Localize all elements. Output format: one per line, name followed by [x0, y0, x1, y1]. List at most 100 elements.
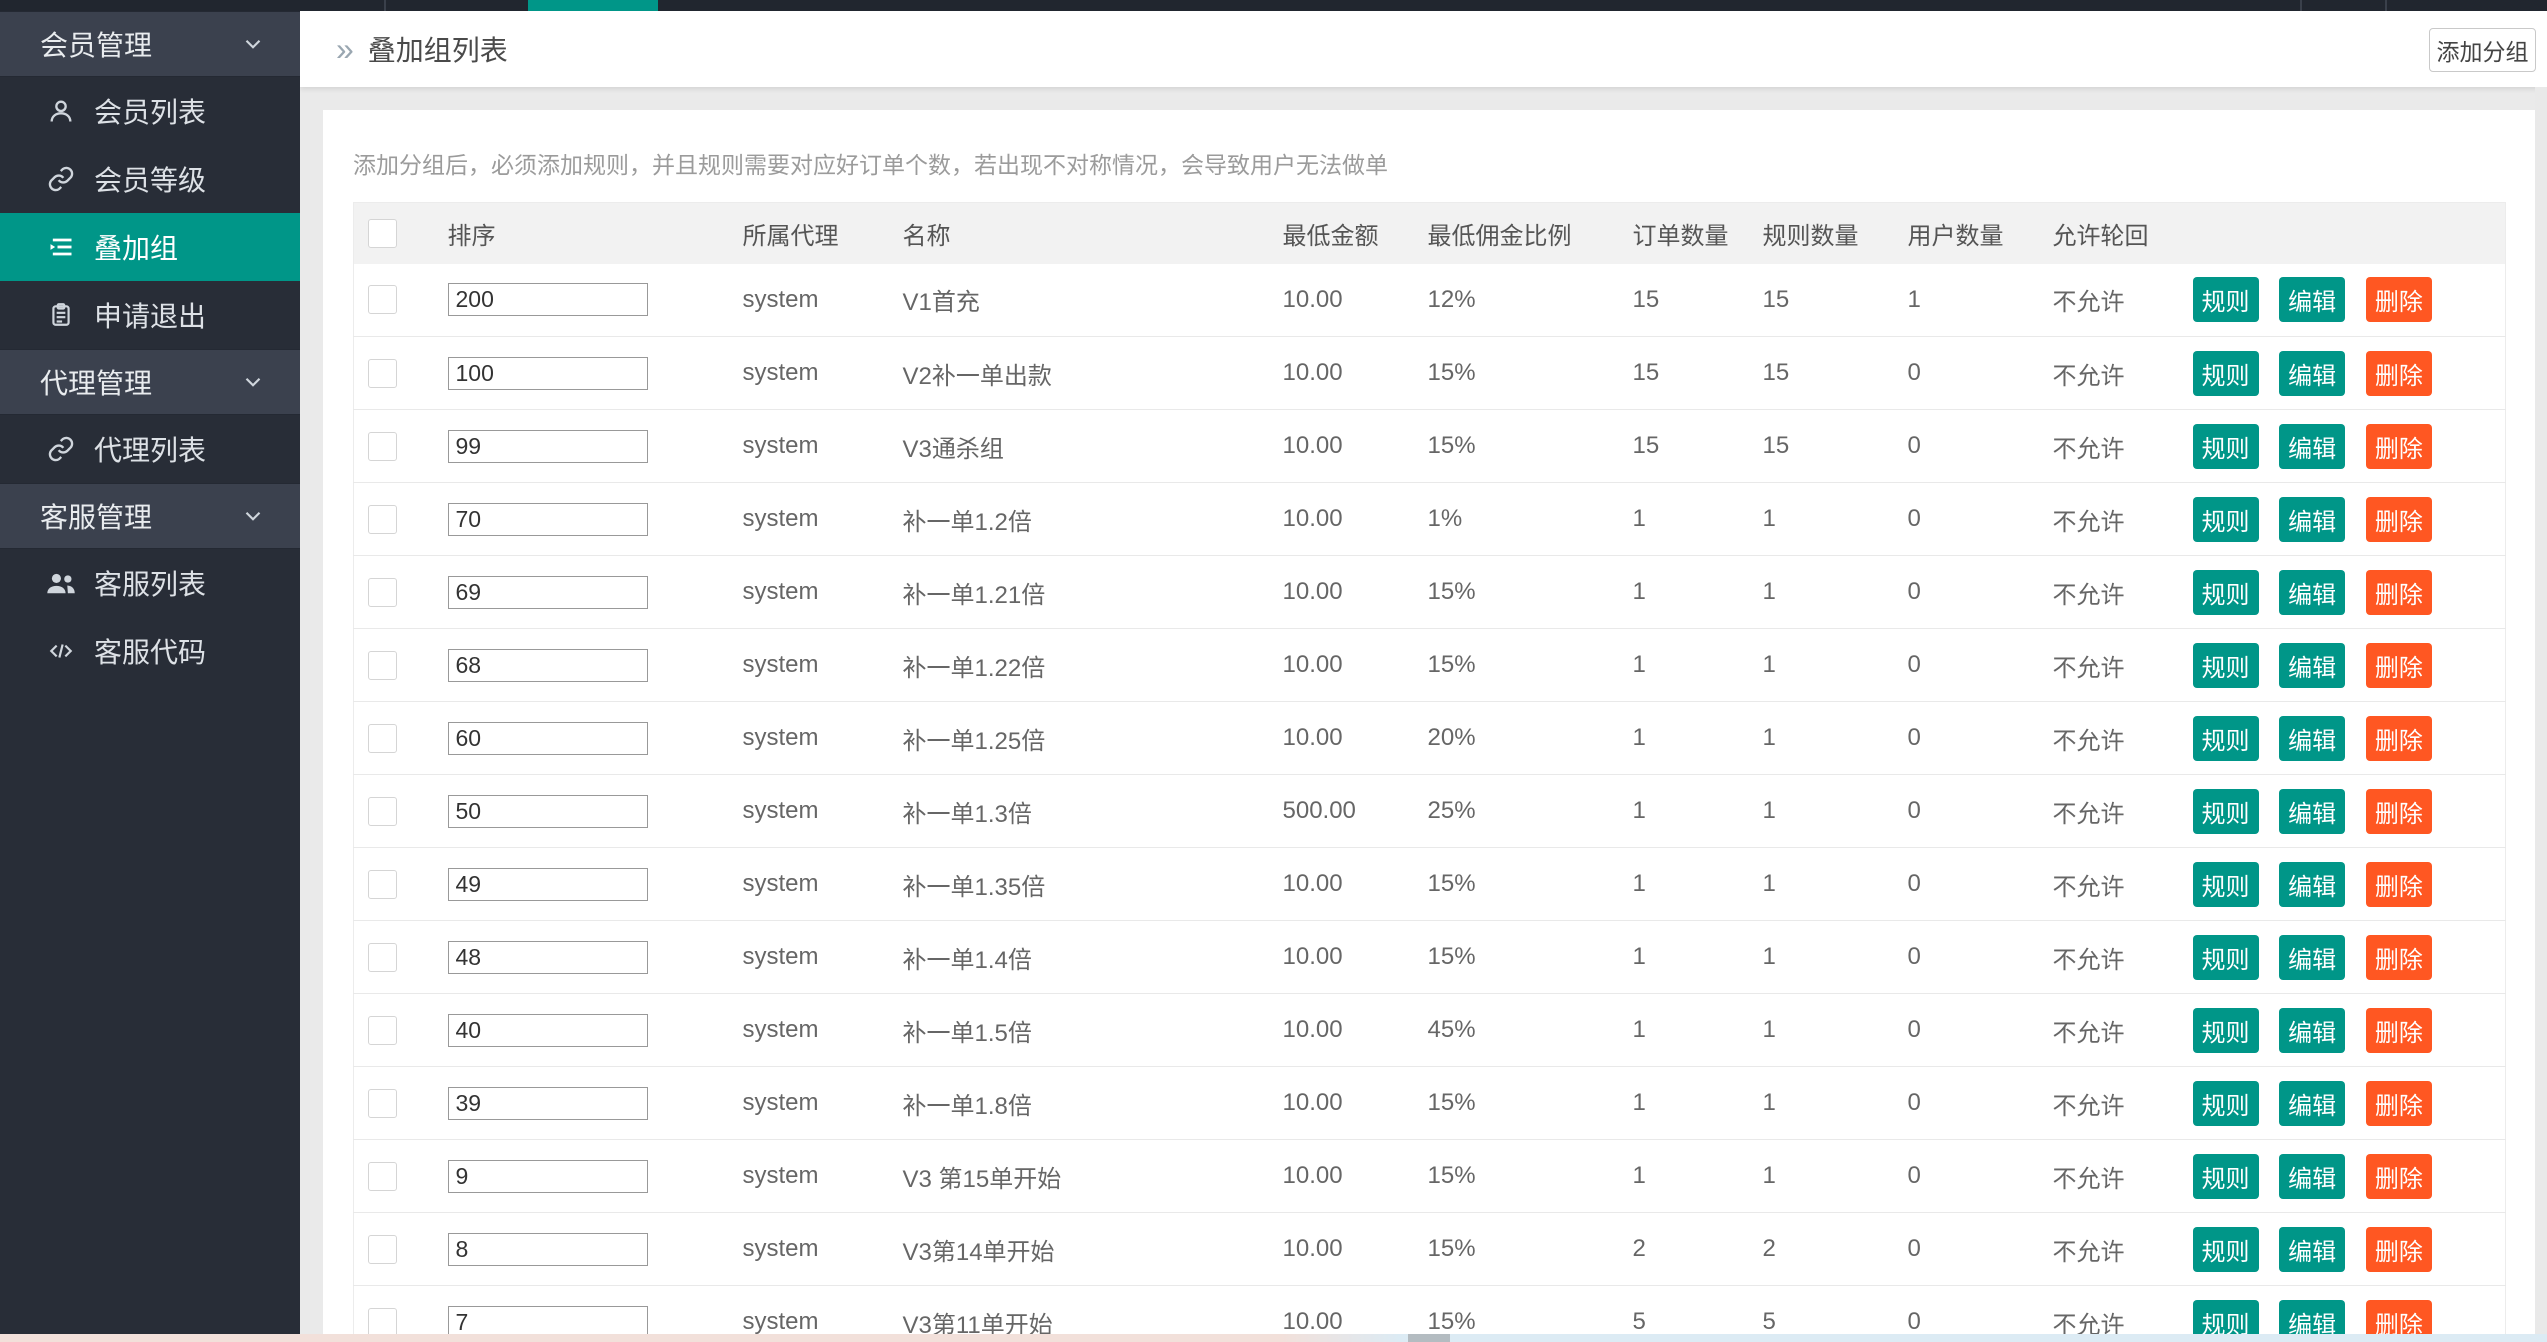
edit-button[interactable]: 编辑 — [2279, 423, 2346, 469]
delete-button[interactable]: 删除 — [2365, 1153, 2432, 1199]
row-checkbox[interactable] — [368, 942, 397, 972]
sort-input[interactable] — [447, 648, 648, 682]
edit-button[interactable]: 编辑 — [2279, 1226, 2346, 1272]
delete-button[interactable]: 删除 — [2365, 1007, 2432, 1053]
edit-button[interactable]: 编辑 — [2279, 569, 2346, 615]
sort-input[interactable] — [447, 575, 648, 609]
edit-button[interactable]: 编辑 — [2279, 1153, 2346, 1199]
column-header-min-amount: 最低金额 — [1282, 222, 1379, 250]
sort-input[interactable] — [447, 283, 648, 317]
sidebar-item-apply-exit[interactable]: 申请退出 — [0, 281, 300, 349]
rules-cell: 15 — [1762, 432, 1790, 459]
rules-button[interactable]: 规则 — [2192, 1080, 2259, 1126]
rules-button[interactable]: 规则 — [2192, 277, 2259, 323]
edit-button[interactable]: 编辑 — [2279, 788, 2346, 834]
row-checkbox[interactable] — [368, 869, 397, 899]
edit-button[interactable]: 编辑 — [2279, 277, 2346, 323]
edit-button[interactable]: 编辑 — [2279, 934, 2346, 980]
rules-button[interactable]: 规则 — [2192, 715, 2259, 761]
sort-input[interactable] — [447, 356, 648, 390]
sort-input[interactable] — [447, 1013, 648, 1047]
rules-button[interactable]: 规则 — [2192, 934, 2259, 980]
row-checkbox[interactable] — [368, 285, 397, 315]
edit-button[interactable]: 编辑 — [2279, 496, 2346, 542]
sort-input[interactable] — [447, 867, 648, 901]
vertical-scrollbar-track[interactable] — [2535, 87, 2547, 1342]
min-amount-cell: 10.00 — [1282, 285, 1343, 313]
sidebar-item-member-management[interactable]: 会员管理 — [0, 11, 300, 77]
rules-button[interactable]: 规则 — [2192, 496, 2259, 542]
sort-input[interactable] — [447, 1086, 648, 1120]
edit-button[interactable]: 编辑 — [2279, 1299, 2346, 1336]
delete-button[interactable]: 删除 — [2365, 1226, 2432, 1272]
edit-button[interactable]: 编辑 — [2279, 1080, 2346, 1126]
sort-input[interactable] — [447, 794, 648, 828]
row-checkbox[interactable] — [368, 1234, 397, 1264]
delete-button[interactable]: 删除 — [2365, 423, 2432, 469]
sidebar-item-label: 申请退出 — [94, 301, 207, 332]
sidebar-item-member-list[interactable]: 会员列表 — [0, 77, 300, 145]
sort-input[interactable] — [447, 1159, 648, 1193]
rules-button[interactable]: 规则 — [2192, 1153, 2259, 1199]
row-checkbox[interactable] — [368, 358, 397, 388]
rules-button[interactable]: 规则 — [2192, 861, 2259, 907]
delete-button[interactable]: 删除 — [2365, 1299, 2432, 1336]
users-cell: 0 — [1907, 1089, 1921, 1116]
rules-button[interactable]: 规则 — [2192, 1007, 2259, 1053]
row-checkbox[interactable] — [368, 1307, 397, 1336]
row-checkbox[interactable] — [368, 504, 397, 534]
sidebar-item-overlay-group[interactable]: 叠加组 — [0, 213, 300, 281]
sidebar-item-member-level[interactable]: 会员等级 — [0, 145, 300, 213]
sidebar-item-agent-management[interactable]: 代理管理 — [0, 349, 300, 415]
edit-button[interactable]: 编辑 — [2279, 350, 2346, 396]
sidebar-item-service-list[interactable]: 客服列表 — [0, 549, 300, 617]
row-checkbox[interactable] — [368, 577, 397, 607]
name-cell: 补一单1.2倍 — [902, 508, 1032, 536]
row-checkbox[interactable] — [368, 723, 397, 753]
sort-input[interactable] — [447, 1305, 648, 1336]
delete-button[interactable]: 删除 — [2365, 861, 2432, 907]
delete-button[interactable]: 删除 — [2365, 642, 2432, 688]
sort-input[interactable] — [447, 502, 648, 536]
select-all-checkbox[interactable] — [368, 218, 397, 248]
edit-button[interactable]: 编辑 — [2279, 1007, 2346, 1053]
delete-button[interactable]: 删除 — [2365, 1080, 2432, 1126]
code-icon — [44, 636, 78, 666]
row-checkbox[interactable] — [368, 431, 397, 461]
delete-button[interactable]: 删除 — [2365, 934, 2432, 980]
row-checkbox[interactable] — [368, 650, 397, 680]
rules-button[interactable]: 规则 — [2192, 788, 2259, 834]
sidebar-item-service-code[interactable]: 客服代码 — [0, 617, 300, 685]
rules-button[interactable]: 规则 — [2192, 423, 2259, 469]
delete-button[interactable]: 删除 — [2365, 350, 2432, 396]
rules-button[interactable]: 规则 — [2192, 1226, 2259, 1272]
row-checkbox[interactable] — [368, 1088, 397, 1118]
horizontal-scrollbar-track[interactable] — [0, 1334, 2547, 1342]
active-tab-indicator[interactable] — [528, 0, 658, 11]
delete-button[interactable]: 删除 — [2365, 496, 2432, 542]
sort-input[interactable] — [447, 721, 648, 755]
users-cell: 0 — [1907, 1235, 1921, 1262]
sidebar-item-agent-list[interactable]: 代理列表 — [0, 415, 300, 483]
rules-button[interactable]: 规则 — [2192, 350, 2259, 396]
delete-button[interactable]: 删除 — [2365, 788, 2432, 834]
row-checkbox[interactable] — [368, 1015, 397, 1045]
horizontal-scrollbar-thumb[interactable] — [1408, 1334, 1450, 1342]
sidebar-item-service-management[interactable]: 客服管理 — [0, 483, 300, 549]
edit-button[interactable]: 编辑 — [2279, 642, 2346, 688]
delete-button[interactable]: 删除 — [2365, 277, 2432, 323]
sort-input[interactable] — [447, 429, 648, 463]
rules-button[interactable]: 规则 — [2192, 1299, 2259, 1336]
edit-button[interactable]: 编辑 — [2279, 861, 2346, 907]
edit-button[interactable]: 编辑 — [2279, 715, 2346, 761]
rules-button[interactable]: 规则 — [2192, 642, 2259, 688]
rules-button[interactable]: 规则 — [2192, 569, 2259, 615]
row-checkbox[interactable] — [368, 796, 397, 826]
tab-separator — [2385, 0, 2387, 11]
row-checkbox[interactable] — [368, 1161, 397, 1191]
sort-input[interactable] — [447, 1232, 648, 1266]
delete-button[interactable]: 删除 — [2365, 569, 2432, 615]
delete-button[interactable]: 删除 — [2365, 715, 2432, 761]
sort-input[interactable] — [447, 940, 648, 974]
add-group-button[interactable]: 添加分组 — [2429, 28, 2536, 72]
